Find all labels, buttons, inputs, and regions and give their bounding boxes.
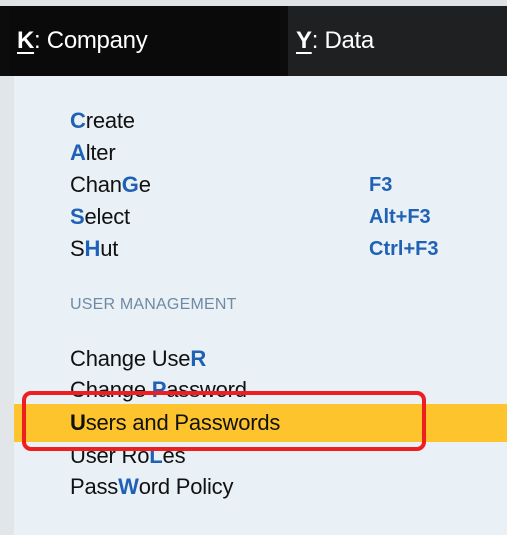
menu-company-text: : Company [34, 27, 148, 54]
shortcut-select: Alt+F3 [369, 206, 431, 228]
menu-item-text: Chan [70, 172, 122, 197]
menu-item-text: Change Use [70, 346, 191, 371]
menu-item-text: Pass [70, 474, 119, 499]
hotkey-letter: R [190, 346, 207, 371]
section-user-management: USER MANAGEMENT [70, 296, 237, 313]
hotkey-letter: W [118, 474, 139, 499]
menu-item-text: elect [84, 204, 130, 229]
menu-item-alter[interactable]: Alter [70, 140, 116, 166]
menu-item-text: e [138, 172, 151, 197]
menu-data-key: Y [296, 27, 312, 54]
hotkey-letter: A [70, 140, 86, 165]
menu-item-text: lter [85, 140, 116, 165]
menu-item-select[interactable]: Select [70, 204, 130, 230]
annotation-highlight-box [22, 391, 426, 451]
hotkey-letter: G [121, 172, 139, 197]
menu-item-password-policy[interactable]: PassWord Policy [70, 474, 233, 500]
hotkey-letter: H [84, 236, 101, 261]
menu-data[interactable]: Y: Data [288, 6, 507, 76]
hotkey-letter: C [70, 108, 86, 133]
menu-item-change-user[interactable]: Change UseR [70, 346, 206, 372]
menu-company[interactable]: K: Company [10, 6, 280, 76]
menu-item-shut[interactable]: SHut [70, 236, 118, 262]
menu-item-create[interactable]: Create [70, 108, 135, 134]
menu-item-text: ut [100, 236, 119, 261]
menu-item-text: S [70, 236, 85, 261]
menu-bar: K: Company Y: Data [0, 6, 507, 76]
menu-item-text: reate [85, 108, 135, 133]
menu-item-change[interactable]: ChanGe [70, 172, 151, 198]
shortcut-change: F3 [369, 174, 393, 196]
menu-data-label: Y: Data [296, 27, 374, 55]
hotkey-letter: S [70, 204, 85, 229]
menu-data-text: : Data [311, 27, 375, 54]
shortcut-shut: Ctrl+F3 [369, 238, 439, 260]
menu-item-text: ord Policy [138, 474, 234, 499]
menu-company-key: K [17, 27, 35, 54]
background-window-edge [0, 76, 14, 535]
menu-company-label: K: Company [17, 27, 148, 55]
